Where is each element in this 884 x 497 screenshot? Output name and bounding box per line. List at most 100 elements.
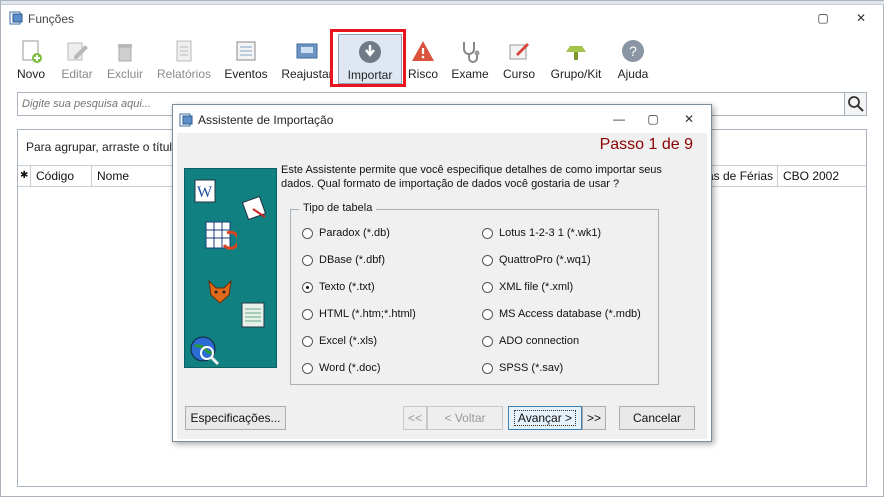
dialog-title-bar: Assistente de Importação — ▢ ✕ bbox=[173, 105, 711, 133]
radio-texto[interactable] bbox=[302, 282, 313, 293]
step-indicator: Passo 1 de 9 bbox=[599, 136, 693, 153]
dialog-close-button[interactable]: ✕ bbox=[675, 110, 703, 128]
notepad-icon bbox=[241, 302, 265, 328]
help-button[interactable]: ? Ajuda bbox=[615, 34, 651, 84]
next-button[interactable]: Avançar > bbox=[508, 406, 582, 430]
radio-word[interactable] bbox=[302, 363, 313, 374]
spreadsheet-icon bbox=[205, 221, 237, 250]
group-kit-label: Grupo/Kit bbox=[550, 67, 602, 81]
events-icon bbox=[236, 41, 256, 61]
toolbar: Novo Editar Excluir Relatórios Eventos R… bbox=[11, 34, 877, 84]
window-title: Funções bbox=[28, 12, 75, 26]
radio-html[interactable] bbox=[302, 309, 313, 320]
exam-label: Exame bbox=[451, 67, 489, 81]
stethoscope-icon bbox=[463, 42, 480, 63]
import-highlight bbox=[330, 29, 406, 87]
events-label: Eventos bbox=[224, 67, 268, 81]
option-ado-label: ADO connection bbox=[499, 335, 580, 347]
fox-icon bbox=[208, 279, 232, 304]
word-document-icon: W bbox=[194, 179, 216, 203]
help-label: Ajuda bbox=[617, 67, 649, 81]
dialog-title: Assistente de Importação bbox=[198, 113, 334, 127]
help-icon: ? bbox=[622, 40, 644, 62]
delete-button[interactable]: Excluir bbox=[104, 34, 146, 84]
svg-text:?: ? bbox=[629, 43, 637, 59]
last-step-button[interactable]: >> bbox=[582, 406, 606, 430]
search-icon bbox=[848, 96, 864, 112]
radio-spss[interactable] bbox=[482, 363, 493, 374]
globe-search-icon bbox=[190, 336, 220, 366]
adjust-icon bbox=[296, 43, 318, 59]
column-ferias[interactable]: as de Férias bbox=[704, 166, 778, 186]
adjust-button[interactable]: Reajustar bbox=[281, 34, 333, 84]
course-label: Curso bbox=[502, 67, 535, 81]
option-html-label: HTML (*.htm;*.html) bbox=[319, 308, 416, 320]
row-indicator-column[interactable]: ✱ bbox=[18, 166, 31, 186]
new-button[interactable]: Novo bbox=[11, 34, 51, 84]
search-button[interactable] bbox=[844, 93, 866, 115]
radio-excel[interactable] bbox=[302, 336, 313, 347]
new-icon bbox=[22, 40, 42, 63]
dialog-icon bbox=[179, 113, 193, 127]
new-label: Novo bbox=[16, 67, 45, 81]
table-type-legend: Tipo de tabela bbox=[299, 202, 377, 214]
radio-access[interactable] bbox=[482, 309, 493, 320]
column-nome[interactable]: Nome bbox=[92, 166, 174, 186]
option-paradox-label: Paradox (*.db) bbox=[319, 227, 390, 239]
course-button[interactable]: Curso bbox=[499, 34, 539, 84]
maximize-button[interactable]: ▢ bbox=[809, 9, 837, 27]
trash-icon bbox=[118, 44, 132, 62]
risk-button[interactable]: Risco bbox=[406, 34, 440, 84]
radio-ado[interactable] bbox=[482, 336, 493, 347]
next-button-label: Avançar > bbox=[513, 410, 577, 426]
radio-lotus[interactable] bbox=[482, 228, 493, 239]
edit-label: Editar bbox=[61, 67, 93, 81]
adjust-label: Reajustar bbox=[281, 67, 333, 81]
specifications-button[interactable]: Especificações... bbox=[185, 406, 286, 430]
dialog-minimize-button[interactable]: — bbox=[605, 110, 633, 128]
group-hint: Para agrupar, arraste o título bbox=[26, 140, 179, 154]
delete-label: Excluir bbox=[106, 67, 143, 81]
file-transfer-icon bbox=[241, 195, 267, 221]
events-button[interactable]: Eventos bbox=[223, 34, 269, 84]
dialog-maximize-button[interactable]: ▢ bbox=[639, 110, 667, 128]
risk-label: Risco bbox=[407, 67, 438, 81]
option-xml-label: XML file (*.xml) bbox=[499, 281, 574, 293]
column-codigo[interactable]: Código bbox=[31, 166, 92, 186]
reports-button[interactable]: Relatórios bbox=[155, 34, 213, 84]
edit-icon bbox=[67, 42, 88, 61]
close-button[interactable]: ✕ bbox=[847, 9, 875, 27]
radio-dbase[interactable] bbox=[302, 255, 313, 266]
edit-button[interactable]: Editar bbox=[57, 34, 97, 84]
warning-icon bbox=[412, 41, 434, 61]
option-excel-label: Excel (*.xls) bbox=[319, 335, 378, 347]
column-cbo[interactable]: CBO 2002 bbox=[778, 166, 866, 186]
cancel-button[interactable]: Cancelar bbox=[619, 406, 695, 430]
report-icon bbox=[176, 40, 192, 62]
option-dbase-label: DBase (*.dbf) bbox=[319, 254, 386, 266]
exam-button[interactable]: Exame bbox=[450, 34, 490, 84]
option-spss-label: SPSS (*.sav) bbox=[499, 362, 564, 374]
radio-xml[interactable] bbox=[482, 282, 493, 293]
group-kit-button[interactable]: Grupo/Kit bbox=[547, 34, 605, 84]
group-icon bbox=[566, 46, 586, 60]
svg-text:W: W bbox=[197, 184, 213, 201]
title-bar: Funções ▢ ✕ bbox=[1, 5, 883, 31]
dialog-body: Passo 1 de 9 Este Assistente permite que… bbox=[177, 133, 707, 439]
wizard-intro-text: Este Assistente permite que você especif… bbox=[281, 164, 662, 190]
option-quattropro-label: QuattroPro (*.wq1) bbox=[499, 254, 591, 266]
reports-label: Relatórios bbox=[156, 67, 212, 81]
radio-quattropro[interactable] bbox=[482, 255, 493, 266]
course-icon bbox=[509, 43, 529, 60]
option-lotus-label: Lotus 1-2-3 1 (*.wk1) bbox=[499, 227, 602, 239]
app-icon bbox=[9, 11, 23, 25]
option-access-label: MS Access database (*.mdb) bbox=[499, 308, 641, 320]
option-texto-label: Texto (*.txt) bbox=[319, 281, 375, 293]
wizard-illustration: W bbox=[184, 168, 277, 368]
radio-paradox[interactable] bbox=[302, 228, 313, 239]
first-step-button[interactable]: << bbox=[403, 406, 427, 430]
back-button[interactable]: < Voltar bbox=[427, 406, 503, 430]
option-word-label: Word (*.doc) bbox=[319, 362, 381, 374]
import-wizard-dialog: Assistente de Importação — ▢ ✕ Passo 1 d… bbox=[172, 104, 712, 442]
table-type-group: Tipo de tabela Paradox (*.db) DBase (*.d… bbox=[290, 202, 659, 385]
